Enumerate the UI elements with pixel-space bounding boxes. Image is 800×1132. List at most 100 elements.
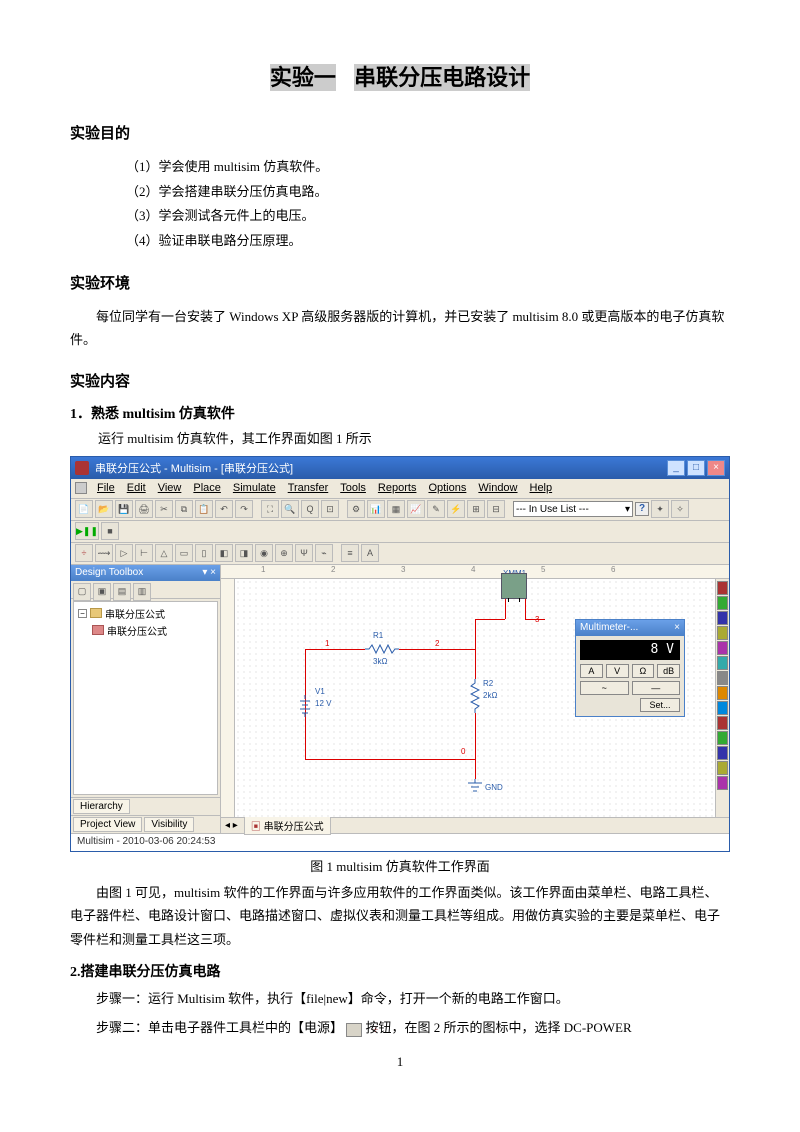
mm-btn-v[interactable]: V [606, 664, 629, 678]
menu-view[interactable]: View [152, 482, 188, 494]
instrument-icon[interactable] [717, 626, 728, 640]
multimeter-window[interactable]: Multimeter-... × 8 V A V Ω dB [575, 619, 685, 717]
instrument-icon[interactable] [717, 746, 728, 760]
tool-icon[interactable]: ⊟ [487, 500, 505, 518]
print-icon[interactable]: 🖨 [135, 500, 153, 518]
save-icon[interactable]: 💾 [115, 500, 133, 518]
misc-icon[interactable]: ◧ [215, 544, 233, 562]
instrument-icon[interactable] [717, 581, 728, 595]
zoom-in-icon[interactable]: 🔍 [281, 500, 299, 518]
mm-btn-dc[interactable]: — [632, 681, 681, 695]
tool-icon[interactable]: ▥ [133, 583, 151, 601]
tool-icon[interactable]: ▣ [93, 583, 111, 601]
menu-window[interactable]: Window [472, 482, 523, 494]
panel-close-icon[interactable]: ▾ × [202, 567, 216, 578]
tool-icon[interactable]: ▤ [113, 583, 131, 601]
instrument-icon[interactable] [717, 611, 728, 625]
elec-icon[interactable]: ⌁ [315, 544, 333, 562]
zoom-out-icon[interactable]: Q [301, 500, 319, 518]
analog-icon[interactable]: △ [155, 544, 173, 562]
rf-icon[interactable]: Ψ [295, 544, 313, 562]
menu-place[interactable]: Place [187, 482, 227, 494]
instrument-icon[interactable] [717, 761, 728, 775]
design-toolbox-title[interactable]: Design Toolbox ▾ × [71, 565, 220, 581]
ttl-icon[interactable]: ▭ [175, 544, 193, 562]
basic-icon[interactable]: ⟿ [95, 544, 113, 562]
multimeter-titlebar[interactable]: Multimeter-... × [576, 620, 684, 636]
tool-icon[interactable]: ⚙ [347, 500, 365, 518]
close-button[interactable]: × [707, 460, 725, 476]
tool-icon[interactable]: ✎ [427, 500, 445, 518]
mm-btn-ac[interactable]: ~ [580, 681, 629, 695]
paste-icon[interactable]: 📋 [195, 500, 213, 518]
tool-icon[interactable]: ▦ [387, 500, 405, 518]
help-icon[interactable]: ? [635, 502, 649, 516]
ground-icon[interactable] [467, 779, 483, 793]
undo-icon[interactable]: ↶ [215, 500, 233, 518]
mm-btn-ohm[interactable]: Ω [632, 664, 655, 678]
instrument-icon[interactable] [717, 671, 728, 685]
instrument-icon[interactable] [717, 641, 728, 655]
cut-icon[interactable]: ✂ [155, 500, 173, 518]
tool-icon[interactable]: ⚡ [447, 500, 465, 518]
diode-icon[interactable]: ▷ [115, 544, 133, 562]
battery-v1[interactable] [298, 695, 312, 717]
resistor-r1[interactable] [365, 644, 399, 654]
tab-visibility[interactable]: Visibility [144, 817, 194, 832]
bus-icon[interactable]: ≡ [341, 544, 359, 562]
close-icon[interactable]: × [674, 622, 680, 633]
resistor-r2[interactable] [470, 679, 480, 713]
tool-icon[interactable]: ▢ [73, 583, 91, 601]
tab-hierarchy[interactable]: Hierarchy [73, 799, 130, 814]
tree-root[interactable]: − 串联分压公式 [78, 606, 213, 621]
instrument-icon[interactable] [717, 656, 728, 670]
chart-icon[interactable]: 📊 [367, 500, 385, 518]
mm-btn-a[interactable]: A [580, 664, 603, 678]
menu-help[interactable]: Help [524, 482, 559, 494]
instrument-icon[interactable] [717, 716, 728, 730]
canvas-tab[interactable]: ▣ 串联分压公式 [244, 816, 331, 835]
tool-icon[interactable]: ✧ [671, 500, 689, 518]
menu-file[interactable]: File [91, 482, 121, 494]
maximize-button[interactable]: □ [687, 460, 705, 476]
tab-project-view[interactable]: Project View [73, 817, 142, 832]
mm-btn-db[interactable]: dB [657, 664, 680, 678]
zoom-fit-icon[interactable]: ⛶ [261, 500, 279, 518]
new-icon[interactable]: 📄 [75, 500, 93, 518]
zoom-area-icon[interactable]: ⊡ [321, 500, 339, 518]
titlebar[interactable]: 串联分压公式 - Multisim - [串联分压公式] _ □ × [71, 457, 729, 479]
run-icon[interactable]: ▶❚❚ [75, 522, 99, 540]
source-icon[interactable]: ÷ [75, 544, 93, 562]
open-icon[interactable]: 📂 [95, 500, 113, 518]
menu-transfer[interactable]: Transfer [282, 482, 335, 494]
cmos-icon[interactable]: ▯ [195, 544, 213, 562]
tool-icon[interactable]: ⊞ [467, 500, 485, 518]
copy-icon[interactable]: ⧉ [175, 500, 193, 518]
menu-options[interactable]: Options [422, 482, 472, 494]
text-icon[interactable]: A [361, 544, 379, 562]
redo-icon[interactable]: ↷ [235, 500, 253, 518]
mixed-icon[interactable]: ◨ [235, 544, 253, 562]
tree-child[interactable]: 串联分压公式 [92, 623, 213, 638]
instrument-icon[interactable] [717, 701, 728, 715]
multimeter-instrument-icon[interactable] [501, 573, 527, 599]
instrument-icon[interactable] [717, 776, 728, 790]
instrument-icon[interactable] [717, 731, 728, 745]
instrument-icon[interactable] [717, 596, 728, 610]
mm-set-button[interactable]: Set... [640, 698, 680, 712]
menu-tools[interactable]: Tools [334, 482, 372, 494]
menu-edit[interactable]: Edit [121, 482, 152, 494]
stop-icon[interactable]: ■ [101, 522, 119, 540]
menu-simulate[interactable]: Simulate [227, 482, 282, 494]
tool-icon[interactable]: ✦ [651, 500, 669, 518]
tool-icon[interactable]: 📈 [407, 500, 425, 518]
misc-icon[interactable]: ⊕ [275, 544, 293, 562]
menu-reports[interactable]: Reports [372, 482, 423, 494]
schematic-canvas[interactable]: XMM1 R1 3kΩ R2 2kΩ [235, 579, 715, 817]
design-tree[interactable]: − 串联分压公式 串联分压公式 [73, 601, 218, 795]
indicator-icon[interactable]: ◉ [255, 544, 273, 562]
in-use-dropdown[interactable]: --- In Use List ---▾ [513, 501, 633, 517]
transistor-icon[interactable]: ⊢ [135, 544, 153, 562]
instrument-icon[interactable] [717, 686, 728, 700]
minimize-button[interactable]: _ [667, 460, 685, 476]
